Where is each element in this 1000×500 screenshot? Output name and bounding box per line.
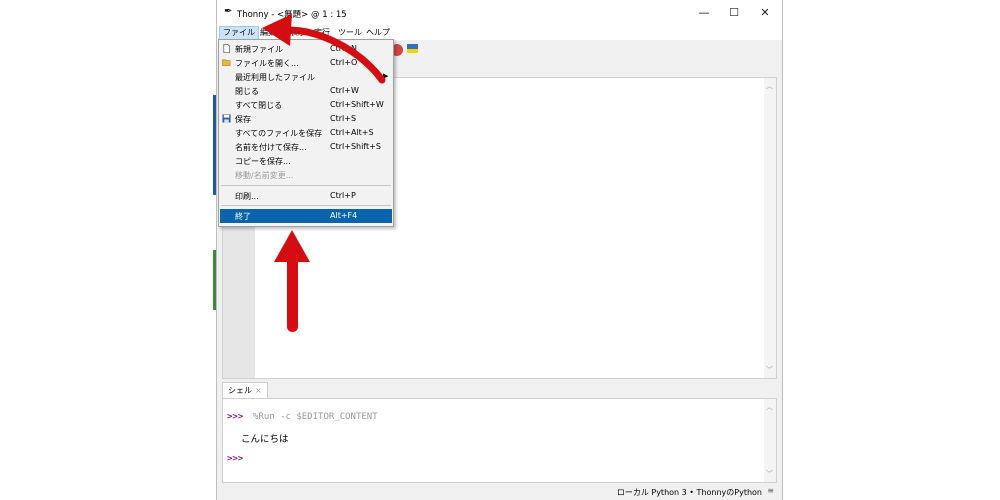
menu-item-label: ファイルを開く... — [235, 59, 299, 68]
menu-item-shortcut: Ctrl+Shift+W — [330, 100, 384, 109]
close-button[interactable]: ✕ — [750, 4, 780, 22]
close-tab-icon[interactable]: × — [255, 386, 262, 395]
menu-item-shortcut: Ctrl+S — [330, 114, 357, 123]
maximize-button[interactable]: ☐ — [719, 4, 749, 22]
submenu-arrow-icon: ▶ — [383, 72, 389, 80]
menu-item-save-copy[interactable]: コピーを保存... — [220, 154, 392, 168]
menu-item-open-file[interactable]: ファイルを開く... Ctrl+O — [220, 56, 392, 70]
interpreter-status[interactable]: ローカル Python 3 • ThonnyのPython — [617, 487, 762, 498]
menu-separator — [221, 185, 391, 186]
menu-item-close[interactable]: 閉じる Ctrl+W — [220, 84, 392, 98]
menu-item-label: 閉じる — [235, 87, 259, 96]
menu-item-label: すべて閉じる — [235, 101, 283, 110]
menu-item-move-rename: 移動/名前変更... — [220, 168, 392, 182]
thonny-feather-icon: ✒ — [224, 6, 233, 17]
menu-item-recent-files[interactable]: 最近利用したファイル ▶ — [220, 70, 392, 84]
menu-edit[interactable]: 編集 — [257, 27, 279, 39]
menu-separator — [221, 205, 391, 206]
menu-item-shortcut: Ctrl+W — [330, 86, 359, 95]
window-title: Thonny - <無題> @ 1 : 15 — [237, 10, 347, 20]
file-menu-dropdown: 新規ファイル Ctrl+N ファイルを開く... Ctrl+O 最近利用したファ… — [218, 39, 394, 227]
menu-item-shortcut: Ctrl+N — [330, 44, 357, 53]
menu-item-shortcut: Ctrl+Shift+S — [330, 142, 381, 151]
menu-item-print[interactable]: 印刷... Ctrl+P — [220, 189, 392, 203]
editor-scrollbar[interactable]: ︿ ﹀ — [764, 78, 776, 378]
menu-item-save[interactable]: 保存 Ctrl+S — [220, 112, 392, 126]
shell-prompt: >>> — [227, 454, 244, 464]
menu-tools[interactable]: ツール — [335, 27, 365, 39]
menu-file[interactable]: ファイル — [219, 26, 259, 40]
menu-item-save-as[interactable]: 名前を付けて保存... Ctrl+Shift+S — [220, 140, 392, 154]
menu-item-shortcut: Ctrl+Alt+S — [330, 128, 374, 137]
menu-item-label: 保存 — [235, 115, 251, 124]
scroll-down-icon[interactable]: ﹀ — [766, 365, 773, 375]
save-icon — [222, 114, 231, 123]
menu-bar: ファイル 編集 表示 実行 ツール ヘルプ — [217, 26, 782, 40]
menu-item-label: 終了 — [235, 212, 251, 221]
shell-prompt: >>> — [227, 412, 244, 422]
menu-item-label: 移動/名前変更... — [235, 171, 294, 180]
ukraine-flag-icon[interactable] — [407, 44, 418, 53]
new-file-icon — [223, 44, 231, 53]
menu-item-close-all[interactable]: すべて閉じる Ctrl+Shift+W — [220, 98, 392, 112]
folder-open-icon — [222, 59, 231, 66]
shell-scrollbar[interactable]: ︿ ﹀ — [764, 399, 776, 482]
shell-tab-label: シェル — [228, 386, 252, 395]
menu-item-shortcut: Ctrl+P — [330, 191, 356, 200]
menu-item-label: 新規ファイル — [235, 45, 283, 54]
menu-item-label: 名前を付けて保存... — [235, 143, 307, 152]
tab-shell[interactable]: シェル × — [222, 382, 268, 399]
menu-item-label: 最近利用したファイル — [235, 73, 315, 82]
menu-item-label: コピーを保存... — [235, 157, 291, 166]
minimize-button[interactable]: — — [689, 4, 719, 22]
menu-item-exit[interactable]: 終了 Alt+F4 — [220, 209, 392, 223]
menu-item-shortcut: Alt+F4 — [330, 211, 358, 220]
shell-command: %Run -c $EDITOR_CONTENT — [253, 412, 378, 422]
menu-item-new-file[interactable]: 新規ファイル Ctrl+N — [220, 42, 392, 56]
menu-item-label: すべてのファイルを保存 — [235, 129, 323, 138]
resize-grip-icon[interactable]: ≡ — [767, 486, 774, 495]
menu-help[interactable]: ヘルプ — [363, 27, 393, 39]
menu-run[interactable]: 実行 — [311, 27, 333, 39]
title-bar: ✒ Thonny - <無題> @ 1 : 15 — ☐ ✕ — [217, 0, 782, 26]
shell-panel[interactable]: >>> %Run -c $EDITOR_CONTENT こんにちは >>> ︿ … — [222, 398, 777, 483]
menu-item-save-all[interactable]: すべてのファイルを保存 Ctrl+Alt+S — [220, 126, 392, 140]
status-bar: ローカル Python 3 • ThonnyのPython ≡ — [217, 483, 782, 500]
shell-output: こんにちは — [241, 434, 289, 445]
menu-item-shortcut: Ctrl+O — [330, 58, 358, 67]
menu-item-label: 印刷... — [235, 192, 259, 201]
scroll-up-icon[interactable]: ︿ — [766, 402, 773, 412]
scroll-up-icon[interactable]: ︿ — [766, 81, 773, 91]
scroll-down-icon[interactable]: ﹀ — [766, 469, 773, 479]
menu-view[interactable]: 表示 — [287, 27, 309, 39]
